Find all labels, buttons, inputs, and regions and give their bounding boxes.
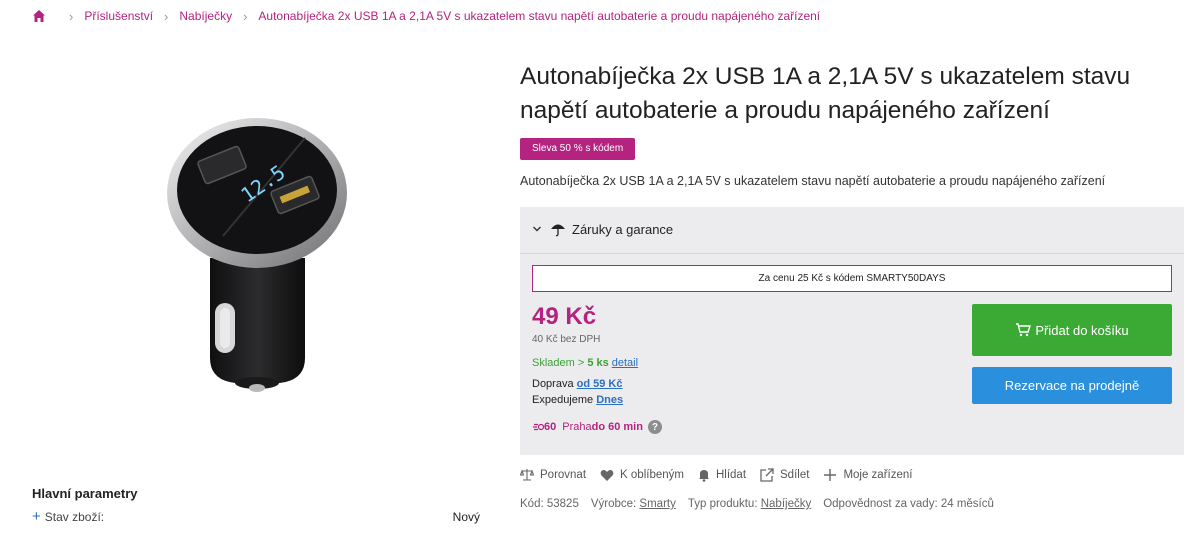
code-value: 53825 [546, 498, 579, 510]
breadcrumb-link-accessories[interactable]: Příslušenství [84, 9, 153, 23]
stock-count: 5 ks [587, 357, 609, 369]
param-value: Nový [452, 510, 480, 524]
chevron-right-icon: › [243, 8, 248, 24]
express-delivery: 60 Praha do 60 min ? [532, 420, 662, 434]
shipping-label: Doprava [532, 378, 577, 390]
chevron-right-icon: › [69, 8, 74, 24]
favorite-action[interactable]: K oblíbeným [600, 469, 684, 482]
maker-link[interactable]: Smarty [639, 498, 675, 510]
code-label: Kód: [520, 498, 547, 510]
liability-info: Odpovědnost za vady: 24 měsíců [823, 498, 994, 510]
dispatch-label: Expedujeme [532, 394, 597, 406]
heart-icon [600, 469, 614, 481]
bell-icon [698, 470, 709, 482]
plus-icon [824, 469, 837, 481]
favorite-label: K oblíbeným [620, 469, 684, 481]
scales-icon [520, 469, 534, 481]
main-parameters-title: Hlavní parametry [32, 486, 138, 501]
compare-label: Porovnat [540, 469, 587, 481]
product-page: › Příslušenství › Nabíječky › Autonabíje… [0, 0, 1185, 537]
stock-prefix: Skladem > [532, 357, 588, 369]
my-devices-action[interactable]: Moje zařízení [823, 468, 912, 482]
home-icon[interactable] [32, 9, 46, 23]
product-actions: Porovnat K oblíbeným Hlídat Sdílet Moje … [520, 468, 926, 482]
plus-icon[interactable]: + [32, 509, 41, 524]
type-label: Typ produktu: [687, 498, 761, 510]
help-icon[interactable]: ? [647, 420, 662, 434]
product-code: Kód: 53825 [520, 498, 579, 510]
dispatch-link[interactable]: Dnes [596, 394, 623, 406]
product-description: Autonabíječka 2x USB 1A a 2,1A 5V s ukaz… [520, 174, 1106, 188]
product-image[interactable]: 12.5 [165, 118, 350, 398]
chevron-right-icon: › [164, 8, 169, 24]
stock-status: Skladem > 5 ks detail [532, 357, 638, 369]
add-to-cart-label: Přidat do košíku [1035, 322, 1129, 338]
cart-icon [1016, 323, 1032, 337]
stock-detail-link[interactable]: detail [612, 357, 638, 369]
shipping-info: Doprava od 59 Kč [532, 378, 623, 390]
purchase-box: Záruky a garance Za cenu 25 Kč s kódem S… [520, 207, 1184, 455]
product-type: Typ produktu: Nabíječky [688, 498, 811, 510]
price-without-vat: 40 Kč bez DPH [532, 334, 601, 345]
discount-badge: Sleva 50 % s kódem [520, 138, 636, 160]
breadcrumb: › Příslušenství › Nabíječky › Autonabíje… [32, 8, 820, 24]
my-devices-label: Moje zařízení [843, 469, 913, 481]
param-row-condition[interactable]: + Stav zboží: Nový [32, 509, 480, 524]
divider [520, 253, 1184, 254]
type-link[interactable]: Nabíječky [761, 498, 812, 510]
compare-action[interactable]: Porovnat [520, 468, 586, 482]
price: 49 Kč [532, 303, 597, 330]
product-title: Autonabíječka 2x USB 1A a 2,1A 5V s ukaz… [520, 63, 1131, 124]
umbrella-icon [551, 224, 565, 237]
watch-action[interactable]: Hlídat [698, 468, 746, 482]
express-60-badge: 60 [532, 421, 556, 433]
reserve-in-store-button[interactable]: Rezervace na prodejně [972, 367, 1172, 404]
breadcrumb-link-chargers[interactable]: Nabíječky [179, 9, 232, 23]
express-time: do 60 min [591, 421, 643, 433]
warranty-toggle[interactable]: Záruky a garance [532, 221, 673, 237]
chevron-down-icon [533, 226, 541, 232]
warranty-label: Záruky a garance [572, 221, 674, 237]
dispatch-info: Expedujeme Dnes [532, 394, 623, 406]
express-city: Praha [562, 421, 592, 433]
share-action[interactable]: Sdílet [760, 468, 809, 482]
param-label-text: Stav zboží: [44, 510, 105, 524]
product-maker: Výrobce: Smarty [591, 498, 676, 510]
share-icon [760, 468, 774, 482]
breadcrumb-current[interactable]: Autonabíječka 2x USB 1A a 2,1A 5V s ukaz… [258, 9, 820, 23]
watch-label: Hlídat [715, 469, 747, 481]
product-meta: Kód: 53825 Výrobce: Smarty Typ produktu:… [520, 498, 1006, 510]
shipping-link[interactable]: od 59 Kč [577, 378, 623, 390]
promo-code-banner: Za cenu 25 Kč s kódem SMARTY50DAYS [532, 265, 1172, 292]
share-label: Sdílet [780, 469, 810, 481]
param-label: + Stav zboží: [32, 509, 105, 524]
express-badge-text: 60 [544, 421, 557, 433]
add-to-cart-button[interactable]: Přidat do košíku [972, 304, 1172, 356]
maker-label: Výrobce: [590, 498, 640, 510]
fast-delivery-icon [533, 423, 544, 431]
